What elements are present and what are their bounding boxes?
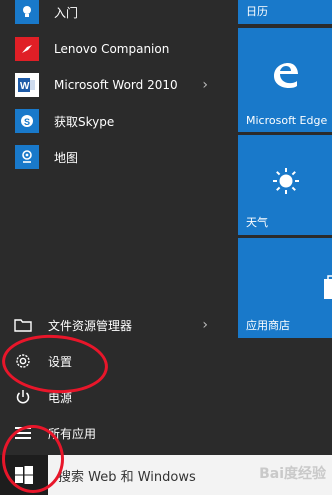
app-item-get-skype[interactable]: S 获取Skype bbox=[0, 103, 236, 139]
power-icon bbox=[12, 386, 34, 408]
svg-text:W: W bbox=[20, 81, 30, 92]
menu-item-file-explorer[interactable]: 文件资源管理器 › bbox=[0, 307, 236, 343]
tile-weather[interactable]: 天气 bbox=[238, 135, 332, 235]
search-placeholder: 搜索 Web 和 Windows bbox=[58, 469, 196, 485]
app-item-lenovo-companion[interactable]: Lenovo Companion bbox=[0, 31, 236, 67]
maps-icon bbox=[15, 145, 39, 169]
app-item-word-2010[interactable]: W Microsoft Word 2010 › bbox=[0, 67, 236, 103]
word-icon: W bbox=[15, 73, 39, 97]
tile-calendar[interactable]: 日历 bbox=[238, 0, 332, 24]
start-menu-app-list: 入门 Lenovo Companion W Microsoft Word 201… bbox=[0, 0, 236, 455]
menu-item-power[interactable]: 电源 bbox=[0, 379, 236, 415]
app-label: 获取Skype bbox=[54, 114, 115, 129]
skype-icon: S bbox=[15, 109, 39, 133]
app-label: 地图 bbox=[54, 150, 79, 165]
app-item-get-started[interactable]: 入门 bbox=[0, 0, 236, 28]
chevron-right-icon[interactable]: › bbox=[202, 77, 208, 93]
lightbulb-icon bbox=[15, 0, 39, 24]
tile-store[interactable]: 应用商店 bbox=[238, 238, 332, 338]
menu-label: 所有应用 bbox=[48, 426, 97, 441]
tile-label: 天气 bbox=[246, 216, 268, 229]
baidu-watermark: Bai度经验 bbox=[259, 466, 326, 482]
app-label: Lenovo Companion bbox=[54, 42, 170, 56]
tile-microsoft-edge[interactable]: Microsoft Edge bbox=[238, 28, 332, 132]
svg-text:S: S bbox=[24, 117, 30, 127]
tile-label: Microsoft Edge bbox=[246, 114, 328, 127]
all-apps-icon bbox=[12, 422, 34, 444]
menu-label: 设置 bbox=[48, 354, 73, 369]
edge-icon bbox=[270, 60, 300, 93]
menu-label: 电源 bbox=[48, 390, 73, 405]
start-button[interactable] bbox=[0, 455, 48, 495]
app-label: 入门 bbox=[54, 5, 79, 20]
tile-label: 日历 bbox=[246, 5, 268, 18]
menu-item-settings[interactable]: 设置 bbox=[0, 343, 236, 379]
folder-icon bbox=[12, 314, 34, 336]
menu-item-all-apps[interactable]: 所有应用 bbox=[0, 415, 236, 451]
chevron-right-icon[interactable]: › bbox=[202, 317, 208, 333]
app-item-maps[interactable]: 地图 bbox=[0, 139, 236, 175]
menu-label: 文件资源管理器 bbox=[48, 318, 133, 333]
tile-label: 应用商店 bbox=[246, 319, 290, 332]
app-label: Microsoft Word 2010 bbox=[54, 78, 178, 92]
lenovo-companion-icon bbox=[15, 37, 39, 61]
windows-logo-icon bbox=[15, 466, 33, 484]
sun-icon bbox=[272, 167, 300, 198]
store-bag-icon bbox=[322, 273, 332, 304]
gear-icon bbox=[12, 350, 34, 372]
start-menu-tiles: 日历 Microsoft Edge 天气 应用商店 bbox=[236, 0, 332, 455]
